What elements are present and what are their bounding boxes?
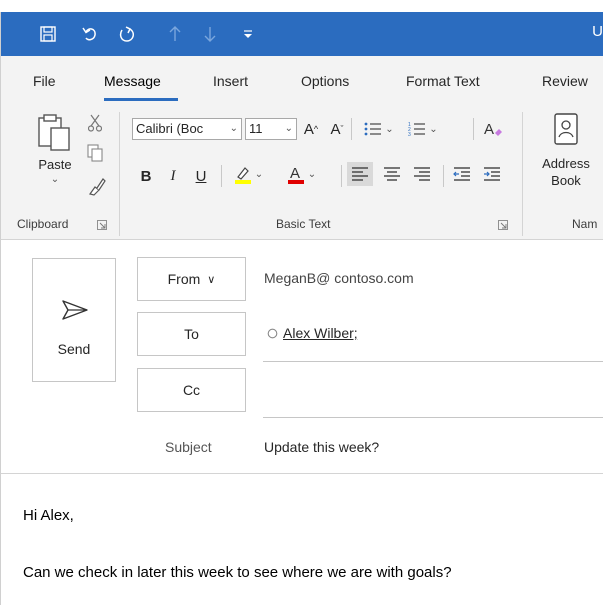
decrease-indent-icon[interactable] — [449, 162, 475, 186]
tab-insert[interactable]: Insert — [213, 73, 248, 89]
highlighter-icon — [234, 167, 251, 184]
to-recipient[interactable]: Alex Wilber; — [267, 325, 358, 341]
subject-label: Subject — [165, 439, 212, 455]
shrink-font-icon[interactable]: Aˇ — [327, 117, 347, 141]
divider — [351, 118, 352, 140]
cc-input[interactable] — [263, 372, 603, 412]
body-line: Can we check in later this week to see w… — [23, 564, 452, 581]
chevron-down-icon: ⌄ — [229, 123, 238, 134]
italic-button[interactable]: I — [163, 164, 183, 188]
names-group-label: Nam — [572, 217, 598, 231]
from-button[interactable]: From ∨ — [137, 257, 246, 301]
group-divider — [119, 112, 120, 236]
basic-text-group-label: Basic Text — [276, 217, 331, 231]
divider — [443, 165, 444, 187]
to-value: Alex Wilber; — [283, 325, 358, 341]
cut-icon[interactable] — [85, 112, 105, 134]
group-divider — [522, 112, 523, 236]
address-book-label-line2: Book — [551, 173, 581, 188]
svg-text:A: A — [290, 165, 300, 182]
arrow-down-icon[interactable] — [193, 12, 227, 56]
align-right-icon[interactable] — [409, 162, 435, 186]
address-book-label-line1: Address — [542, 156, 590, 171]
address-book-icon — [554, 113, 578, 145]
from-value: MeganB@ contoso.com — [264, 270, 414, 286]
active-tab-indicator — [104, 98, 178, 101]
cc-label: Cc — [182, 382, 201, 398]
bullets-icon[interactable]: ⌄ — [359, 117, 399, 141]
send-label: Send — [57, 341, 91, 357]
highlight-button[interactable]: ⌄ — [229, 162, 267, 186]
dialog-launcher-icon[interactable] — [498, 220, 508, 230]
clipboard-group-label: Clipboard — [17, 217, 69, 231]
paste-icon — [38, 114, 70, 151]
paste-label: Paste — [38, 157, 72, 172]
message-header: Send From ∨ MeganB@ contoso.com To Alex … — [0, 240, 603, 474]
tab-review[interactable]: Review — [542, 73, 588, 89]
divider — [341, 165, 342, 187]
body-greeting: Hi Alex, — [23, 507, 74, 524]
chevron-down-icon: ∨ — [207, 273, 216, 286]
from-label: From — [167, 271, 201, 287]
dialog-launcher-icon[interactable] — [97, 220, 107, 230]
redo-icon[interactable] — [109, 12, 143, 56]
align-center-icon[interactable] — [379, 162, 405, 186]
copy-icon[interactable] — [85, 142, 105, 164]
numbering-icon[interactable]: 123 ⌄ — [403, 117, 443, 141]
chevron-down-icon: ⌄ — [284, 123, 293, 134]
to-field-underline — [263, 361, 603, 362]
ribbon: Paste ⌄ Clipboard Calibri (Boc ⌄ 11 ⌄ A ^… — [0, 104, 603, 240]
svg-text:A: A — [484, 121, 494, 138]
grow-font-icon[interactable]: A ^ — [301, 117, 321, 141]
font-size-value: 11 — [249, 121, 263, 136]
font-color-icon: A — [287, 165, 304, 184]
font-name-select[interactable]: Calibri (Boc ⌄ — [132, 118, 242, 140]
tab-format-text[interactable]: Format Text — [406, 73, 480, 89]
font-size-select[interactable]: 11 ⌄ — [245, 118, 297, 140]
cc-field-underline — [263, 417, 603, 418]
to-button[interactable]: To — [137, 312, 246, 356]
cc-button[interactable]: Cc — [137, 368, 246, 412]
tab-options[interactable]: Options — [301, 73, 349, 89]
send-icon — [62, 300, 88, 320]
clear-formatting-icon[interactable]: A — [481, 117, 505, 141]
customize-qat-icon[interactable] — [231, 12, 265, 56]
window-title: U — [592, 23, 603, 40]
title-bar: U — [0, 12, 603, 56]
divider — [221, 165, 222, 187]
chevron-down-icon: ⌄ — [50, 174, 60, 185]
increase-indent-icon[interactable] — [479, 162, 505, 186]
divider — [473, 118, 474, 140]
tab-file[interactable]: File — [33, 73, 56, 89]
format-painter-icon[interactable] — [85, 174, 107, 198]
address-book-button[interactable]: Address Book — [535, 112, 597, 208]
ribbon-tabs: File Message Insert Options Format Text … — [0, 56, 603, 104]
font-name-value: Calibri (Boc — [136, 121, 204, 136]
bold-button[interactable]: B — [136, 164, 156, 188]
underline-button[interactable]: U — [191, 164, 211, 188]
undo-icon[interactable] — [73, 12, 107, 56]
font-color-button[interactable]: A ⌄ — [281, 162, 321, 186]
svg-text:3: 3 — [408, 132, 411, 137]
send-button[interactable]: Send — [32, 258, 116, 382]
save-icon[interactable] — [31, 12, 65, 56]
arrow-up-icon[interactable] — [158, 12, 192, 56]
subject-input[interactable]: Update this week? — [264, 439, 379, 455]
to-label: To — [184, 326, 199, 342]
presence-icon — [267, 328, 278, 338]
align-left-icon[interactable] — [347, 162, 373, 186]
tab-message[interactable]: Message — [104, 73, 161, 89]
message-body[interactable]: Hi Alex, Can we check in later this week… — [0, 474, 603, 605]
paste-button[interactable]: Paste ⌄ — [31, 112, 79, 202]
